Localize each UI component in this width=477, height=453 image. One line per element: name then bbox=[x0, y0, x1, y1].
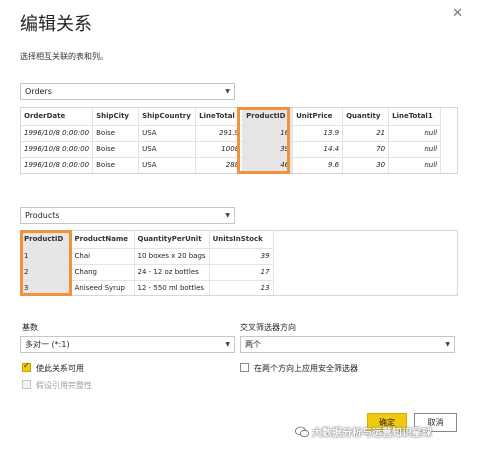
wechat-icon bbox=[295, 426, 309, 438]
column-header[interactable]: OrderDate bbox=[21, 108, 94, 126]
cross-filter-label: 交叉筛选器方向 bbox=[240, 323, 296, 332]
table-row: 3 Aniseed Syrup 12 - 550 ml bottles 13 bbox=[21, 280, 274, 295]
watermark: 大数据分析与运营知识星球 bbox=[295, 424, 432, 439]
column-header[interactable]: Quantity bbox=[342, 108, 390, 126]
referential-integrity-checkbox[interactable] bbox=[22, 380, 31, 389]
table-cell: 3 bbox=[21, 280, 72, 295]
cardinality-value: 多对一 (*:1) bbox=[25, 340, 70, 349]
table-cell: null bbox=[388, 141, 442, 158]
active-relationship-checkbox[interactable] bbox=[22, 361, 31, 372]
table-cell: 39 bbox=[209, 248, 274, 265]
table-cell: 291.9 bbox=[195, 125, 244, 142]
chevron-down-icon: ▼ bbox=[225, 212, 230, 219]
column-header[interactable]: QuantityPerUnit bbox=[134, 231, 210, 249]
table-cell: 70 bbox=[342, 141, 390, 158]
table-cell: 13.9 bbox=[292, 125, 344, 142]
table-row: 2 Chang 24 - 12 oz bottles 17 bbox=[21, 264, 274, 281]
dialog-subtitle: 选择相互关联的表和列。 bbox=[20, 52, 108, 61]
table-cell: 39 bbox=[242, 141, 294, 158]
column-header[interactable]: ShipCity bbox=[92, 108, 140, 126]
table1-select-value: Orders bbox=[25, 87, 52, 96]
table-cell: Chai bbox=[71, 248, 135, 265]
table-cell: Boise bbox=[92, 157, 140, 173]
column-header[interactable]: LineTotal bbox=[195, 108, 244, 126]
table-cell: 1008 bbox=[195, 141, 244, 158]
chevron-down-icon: ▼ bbox=[225, 88, 230, 95]
chevron-down-icon: ▼ bbox=[445, 341, 450, 348]
referential-integrity-label: 假设引用完整性 bbox=[36, 381, 92, 390]
table-cell: 10 boxes x 20 bags bbox=[134, 248, 210, 265]
table1-preview: OrderDate ShipCity ShipCountry LineTotal Pro… bbox=[21, 108, 442, 173]
column-header[interactable]: ProductID bbox=[242, 108, 294, 126]
cardinality-select[interactable]: 多对一 (*:1) ▼ bbox=[20, 336, 235, 353]
table-cell: 1996/10/8 0:00:00 bbox=[21, 141, 94, 158]
table-row: 1996/10/8 0:00:00 Boise USA 291.9 16 13.9 21 nu… bbox=[21, 125, 442, 142]
table2-select[interactable]: Products ▼ bbox=[20, 207, 235, 224]
table-cell: Aniseed Syrup bbox=[71, 280, 135, 295]
table-cell: 46 bbox=[242, 157, 294, 173]
active-relationship-label: 使此关系可用 bbox=[36, 364, 84, 373]
column-header[interactable]: ShipCountry bbox=[138, 108, 197, 126]
table-cell: null bbox=[388, 125, 442, 142]
table-cell: USA bbox=[138, 141, 197, 158]
table-cell: 30 bbox=[342, 157, 390, 173]
table-cell: 1 bbox=[21, 248, 72, 265]
table-cell: 24 - 12 oz bottles bbox=[134, 264, 210, 281]
table-cell: USA bbox=[138, 157, 197, 173]
table-cell: 13 bbox=[209, 280, 274, 295]
table2-grid: ProductID ProductName QuantityPerUnit Units… bbox=[20, 230, 458, 296]
security-filter-label: 在两个方向上应用安全筛选器 bbox=[254, 364, 358, 373]
column-header[interactable]: LineTotal1 bbox=[388, 108, 442, 126]
table-cell: 14.4 bbox=[292, 141, 344, 158]
table-cell: 17 bbox=[209, 264, 274, 281]
table-cell: 288 bbox=[195, 157, 244, 173]
chevron-down-icon: ▼ bbox=[225, 341, 230, 348]
table-cell: 2 bbox=[21, 264, 72, 281]
column-header[interactable]: ProductName bbox=[71, 231, 135, 249]
close-icon[interactable]: ✕ bbox=[452, 6, 463, 21]
table-cell: 21 bbox=[342, 125, 390, 142]
cross-filter-value: 两个 bbox=[245, 340, 261, 349]
dialog-title: 编辑关系 bbox=[20, 14, 92, 35]
column-header[interactable]: UnitsInStock bbox=[209, 231, 274, 249]
column-header[interactable]: UnitPrice bbox=[292, 108, 344, 126]
table-cell: 16 bbox=[242, 125, 294, 142]
table-cell: 9.6 bbox=[292, 157, 344, 173]
table-cell: 12 - 550 ml bottles bbox=[134, 280, 210, 295]
table-cell: USA bbox=[138, 125, 197, 142]
security-filter-checkbox[interactable] bbox=[240, 363, 249, 372]
table-cell: 1996/10/8 0:00:00 bbox=[21, 157, 94, 173]
table2-preview: ProductID ProductName QuantityPerUnit Units… bbox=[21, 231, 274, 295]
table1-grid: OrderDate ShipCity ShipCountry LineTotal Pro… bbox=[20, 107, 458, 174]
cardinality-label: 基数 bbox=[22, 323, 38, 332]
column-header[interactable]: ProductID bbox=[21, 231, 72, 249]
table-cell: 1996/10/8 0:00:00 bbox=[21, 125, 94, 142]
table-cell: Boise bbox=[92, 141, 140, 158]
table-cell: null bbox=[388, 157, 442, 173]
table-row: 1 Chai 10 boxes x 20 bags 39 bbox=[21, 248, 274, 265]
table1-select[interactable]: Orders ▼ bbox=[20, 83, 235, 100]
watermark-text: 大数据分析与运营知识星球 bbox=[312, 428, 432, 439]
cross-filter-select[interactable]: 两个 ▼ bbox=[240, 336, 455, 353]
table-row: 1996/10/8 0:00:00 Boise USA 1008 39 14.4 70 nul… bbox=[21, 141, 442, 158]
table-cell: Chang bbox=[71, 264, 135, 281]
table-cell: Boise bbox=[92, 125, 140, 142]
table2-select-value: Products bbox=[25, 211, 60, 220]
table-row: 1996/10/8 0:00:00 Boise USA 288 46 9.6 30 null bbox=[21, 157, 442, 173]
